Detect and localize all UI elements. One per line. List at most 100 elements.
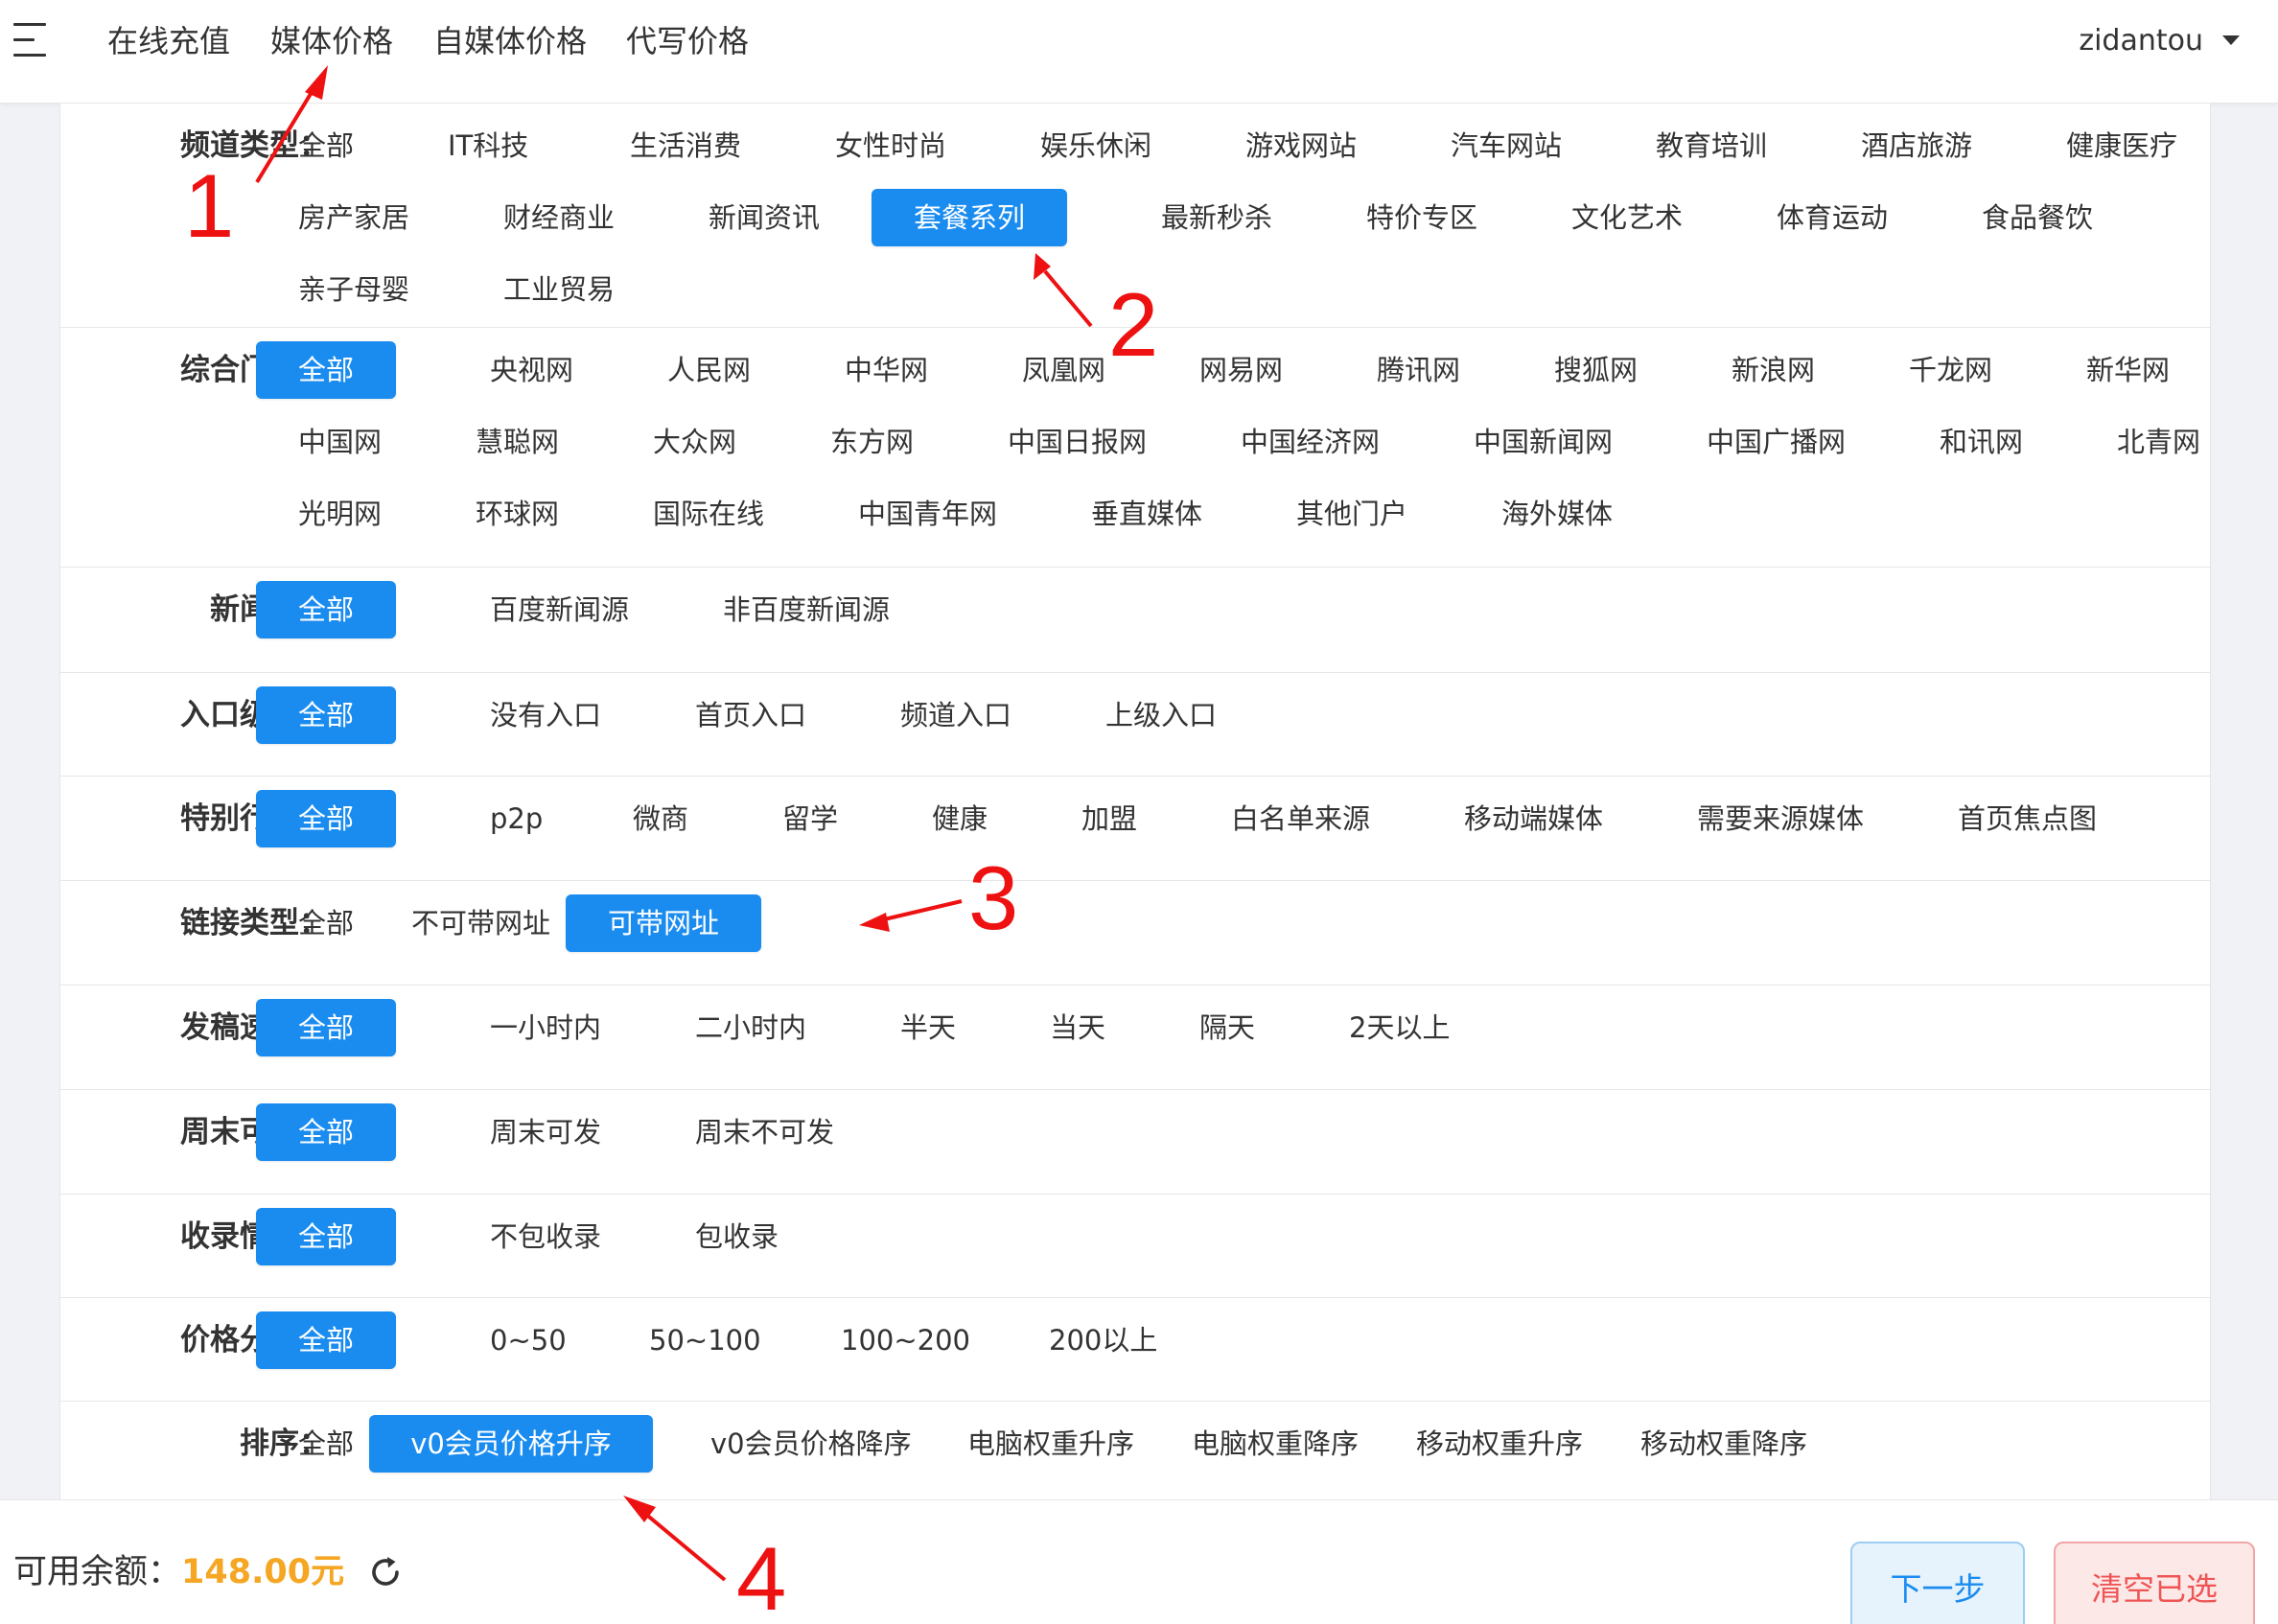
filter-option[interactable]: 首页入口 — [695, 686, 806, 744]
clear-selected-button[interactable]: 清空已选 — [2054, 1542, 2255, 1624]
filter-option-selected[interactable]: 可带网址 — [566, 894, 761, 952]
filter-option[interactable]: 央视网 — [490, 341, 573, 399]
filter-option[interactable]: 腾讯网 — [1377, 341, 1460, 399]
filter-option[interactable]: 周末可发 — [490, 1103, 601, 1161]
filter-option-selected[interactable]: 全部 — [256, 686, 396, 744]
filter-option[interactable]: 100~200 — [841, 1311, 970, 1369]
filter-option[interactable]: 环球网 — [476, 485, 559, 543]
filter-option[interactable]: 新闻资讯 — [709, 189, 820, 246]
filter-option[interactable]: 需要来源媒体 — [1697, 790, 1864, 847]
filter-option[interactable]: 0~50 — [490, 1311, 567, 1369]
filter-option[interactable]: 房产家居 — [298, 189, 409, 246]
filter-option[interactable]: 娱乐休闲 — [1040, 117, 1151, 174]
filter-option[interactable]: 包收录 — [695, 1208, 779, 1265]
filter-option-selected[interactable]: 套餐系列 — [872, 189, 1067, 246]
filter-option[interactable]: p2p — [490, 790, 543, 847]
filter-option-selected[interactable]: 全部 — [256, 1103, 396, 1161]
filter-option[interactable]: 微商 — [633, 790, 688, 847]
filter-option[interactable]: 移动端媒体 — [1464, 790, 1603, 847]
filter-option[interactable]: 频道入口 — [900, 686, 1011, 744]
filter-option[interactable]: 国际在线 — [653, 485, 764, 543]
filter-option[interactable]: 周末不可发 — [695, 1103, 834, 1161]
filter-option-selected[interactable]: 全部 — [256, 341, 396, 399]
filter-option-selected[interactable]: 全部 — [256, 581, 396, 638]
filter-option[interactable]: 凤凰网 — [1022, 341, 1105, 399]
filter-option[interactable]: 生活消费 — [630, 117, 741, 174]
filter-option[interactable]: 文化艺术 — [1571, 189, 1683, 246]
filter-option[interactable]: 东方网 — [830, 413, 914, 471]
filter-option[interactable]: 中华网 — [845, 341, 928, 399]
filter-option[interactable]: 全部 — [298, 1415, 354, 1473]
filter-option[interactable]: 2天以上 — [1349, 999, 1450, 1056]
filter-option[interactable]: 二小时内 — [695, 999, 806, 1056]
filter-option[interactable]: 电脑权重降序 — [1192, 1415, 1359, 1473]
filter-option[interactable]: 和讯网 — [1940, 413, 2023, 471]
nav-item-ghostwriting-price[interactable]: 代写价格 — [626, 0, 749, 82]
filter-option-selected[interactable]: 全部 — [256, 1311, 396, 1369]
user-menu[interactable]: zidantou — [2079, 0, 2240, 82]
filter-option-selected[interactable]: 全部 — [256, 1208, 396, 1265]
filter-option[interactable]: 半天 — [900, 999, 956, 1056]
filter-option[interactable]: 当天 — [1050, 999, 1105, 1056]
filter-option[interactable]: 50~100 — [649, 1311, 761, 1369]
filter-option[interactable]: 百度新闻源 — [490, 581, 629, 638]
hamburger-menu-icon[interactable] — [13, 21, 52, 59]
nav-item-self-media-price[interactable]: 自媒体价格 — [433, 0, 587, 82]
filter-option[interactable]: 加盟 — [1081, 790, 1137, 847]
filter-option[interactable]: 200以上 — [1049, 1311, 1157, 1369]
filter-option[interactable]: 中国新闻网 — [1474, 413, 1613, 471]
filter-option[interactable]: 游戏网站 — [1245, 117, 1357, 174]
filter-option[interactable]: 健康医疗 — [2066, 117, 2177, 174]
filter-option[interactable]: 移动权重升序 — [1416, 1415, 1583, 1473]
filter-option[interactable]: 其他门户 — [1296, 485, 1407, 543]
filter-option[interactable]: 上级入口 — [1105, 686, 1217, 744]
filter-option[interactable]: 中国网 — [298, 413, 382, 471]
filter-option[interactable]: 北青网 — [2117, 413, 2200, 471]
filter-option[interactable]: 一小时内 — [490, 999, 601, 1056]
next-step-button[interactable]: 下一步 — [1850, 1542, 2025, 1624]
filter-option[interactable]: 没有入口 — [490, 686, 601, 744]
nav-item-media-price[interactable]: 媒体价格 — [270, 0, 393, 82]
filter-option[interactable]: 人民网 — [667, 341, 751, 399]
filter-option[interactable]: 酒店旅游 — [1861, 117, 1972, 174]
filter-option[interactable]: 财经商业 — [503, 189, 615, 246]
filter-option[interactable]: 特价专区 — [1366, 189, 1477, 246]
filter-option[interactable]: 女性时尚 — [835, 117, 946, 174]
filter-option[interactable]: 全部 — [298, 117, 354, 174]
filter-option-selected[interactable]: 全部 — [256, 790, 396, 847]
filter-option[interactable]: 中国日报网 — [1008, 413, 1147, 471]
filter-option[interactable]: 体育运动 — [1777, 189, 1888, 246]
filter-option[interactable]: 光明网 — [298, 485, 382, 543]
filter-option[interactable]: 慧聪网 — [476, 413, 559, 471]
filter-option[interactable]: 隔天 — [1199, 999, 1255, 1056]
filter-option[interactable]: 食品餐饮 — [1982, 189, 2093, 246]
filter-option[interactable]: 不可带网址 — [411, 894, 550, 952]
filter-option[interactable]: 教育培训 — [1656, 117, 1767, 174]
filter-option[interactable]: 汽车网站 — [1451, 117, 1562, 174]
filter-option[interactable]: 非百度新闻源 — [723, 581, 890, 638]
filter-option[interactable]: 全部 — [298, 894, 354, 952]
filter-option[interactable]: 电脑权重升序 — [967, 1415, 1134, 1473]
nav-item-recharge[interactable]: 在线充值 — [107, 0, 230, 82]
filter-option[interactable]: 千龙网 — [1909, 341, 1992, 399]
filter-option[interactable]: 白名单来源 — [1231, 790, 1370, 847]
filter-option[interactable]: v0会员价格降序 — [710, 1415, 912, 1473]
filter-option[interactable]: 移动权重降序 — [1640, 1415, 1807, 1473]
filter-option[interactable]: 首页焦点图 — [1958, 790, 2097, 847]
filter-option[interactable]: 不包收录 — [490, 1208, 601, 1265]
filter-option[interactable]: 亲子母婴 — [298, 261, 409, 318]
filter-option[interactable]: 垂直媒体 — [1091, 485, 1202, 543]
filter-option[interactable]: IT科技 — [448, 117, 528, 174]
filter-option[interactable]: 中国青年网 — [858, 485, 997, 543]
filter-option[interactable]: 海外媒体 — [1501, 485, 1613, 543]
filter-option[interactable]: 新浪网 — [1732, 341, 1815, 399]
filter-option[interactable]: 留学 — [782, 790, 838, 847]
filter-option[interactable]: 搜狐网 — [1554, 341, 1638, 399]
filter-option-selected[interactable]: v0会员价格升序 — [369, 1415, 653, 1473]
filter-option-selected[interactable]: 全部 — [256, 999, 396, 1056]
filter-option[interactable]: 最新秒杀 — [1161, 189, 1272, 246]
filter-option[interactable]: 工业贸易 — [503, 261, 615, 318]
filter-option[interactable]: 网易网 — [1199, 341, 1283, 399]
refresh-icon[interactable] — [368, 1555, 403, 1589]
filter-option[interactable]: 中国广播网 — [1707, 413, 1846, 471]
